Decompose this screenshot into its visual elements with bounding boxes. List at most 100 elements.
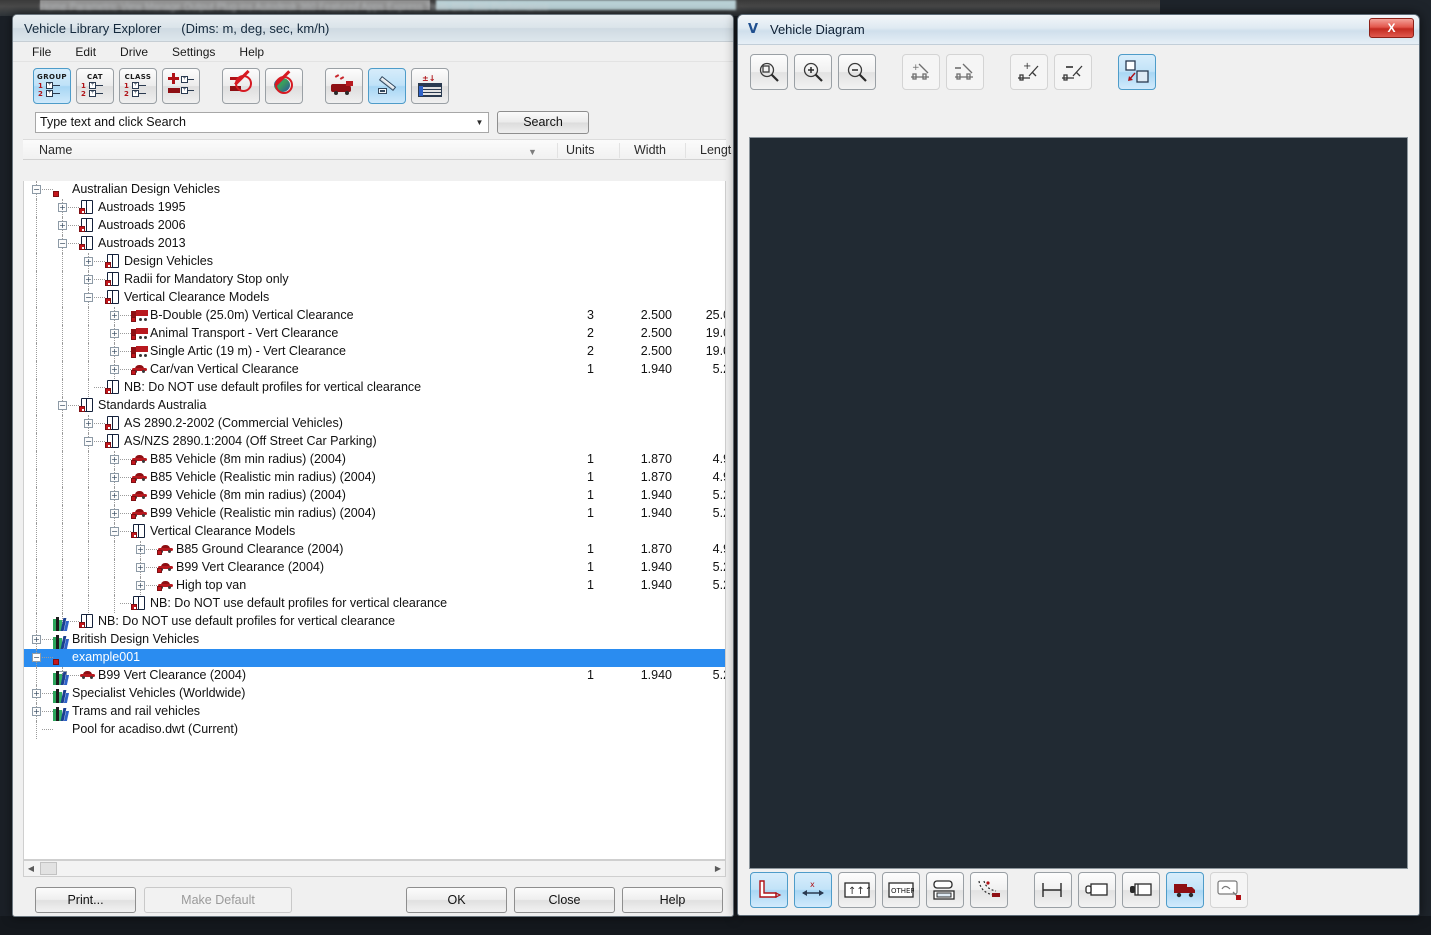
tree-expand-toggle[interactable]: + <box>84 257 93 266</box>
tree-collapse-toggle[interactable]: − <box>84 437 93 446</box>
tree-row[interactable]: +Animal Transport - Vert Clearance22.500… <box>24 325 725 343</box>
tree-expand-toggle[interactable]: + <box>58 221 67 230</box>
tree-row[interactable]: −Standards Australia <box>24 397 725 415</box>
menu-item-drive[interactable]: Drive <box>117 44 151 60</box>
resize-diagram-button[interactable] <box>1118 54 1156 90</box>
tree-collapse-toggle[interactable]: − <box>110 527 119 536</box>
tree-row[interactable]: +AS 2890.2-2002 (Commercial Vehicles) <box>24 415 725 433</box>
tree-row[interactable]: +High top van11.9405.20 <box>24 577 725 595</box>
tree-row[interactable]: +B-Double (25.0m) Vertical Clearance32.5… <box>24 307 725 325</box>
vehicle-view-button[interactable] <box>1166 872 1204 908</box>
tree-row[interactable]: +Austroads 1995 <box>24 199 725 217</box>
tree-expand-toggle[interactable]: + <box>32 635 41 644</box>
tree-row[interactable]: +B85 Vehicle (Realistic min radius) (200… <box>24 469 725 487</box>
column-header-length[interactable]: Lengt <box>700 143 731 157</box>
close-button[interactable]: Close <box>514 887 615 913</box>
tree-column-header[interactable]: Name ▼ Units Width Lengt <box>23 139 726 160</box>
print-button[interactable]: Print... <box>35 887 136 913</box>
column-header-width[interactable]: Width <box>634 143 666 157</box>
tree-row[interactable]: +B85 Ground Clearance (2004)11.8704.91 <box>24 541 725 559</box>
tree-expand-toggle[interactable]: + <box>84 275 93 284</box>
tree-row[interactable]: NB: Do NOT use default profiles for vert… <box>24 613 725 631</box>
tree-row[interactable]: +Trams and rail vehicles <box>24 703 725 721</box>
no-filter-button[interactable] <box>222 68 260 104</box>
search-input[interactable]: Type text and click Search ▼ <box>35 112 489 133</box>
column-divider[interactable] <box>685 143 686 158</box>
type-filter-button[interactable]: ++ <box>162 68 200 104</box>
tree-expand-toggle[interactable]: + <box>32 689 41 698</box>
tree-expand-toggle[interactable]: + <box>136 563 145 572</box>
tree-row[interactable]: NB: Do NOT use default profiles for vert… <box>24 595 725 613</box>
remove-axle-button[interactable] <box>946 54 984 90</box>
tree-expand-toggle[interactable]: + <box>110 491 119 500</box>
tree-row[interactable]: +British Design Vehicles <box>24 631 725 649</box>
tree-collapse-toggle[interactable]: − <box>58 239 67 248</box>
menu-item-help[interactable]: Help <box>236 44 267 60</box>
tree-row[interactable]: +B99 Vehicle (Realistic min radius) (200… <box>24 505 725 523</box>
column-header-name[interactable]: Name <box>39 143 72 157</box>
tree-expand-toggle[interactable]: + <box>110 329 119 338</box>
vehicle-tree[interactable]: −Australian Design Vehicles+Austroads 19… <box>23 181 726 860</box>
tree-expand-toggle[interactable]: + <box>110 347 119 356</box>
dimension-x-button[interactable]: xx <box>794 872 832 908</box>
help-button[interactable]: Help <box>622 887 723 913</box>
tree-row[interactable]: −example001 <box>24 649 725 667</box>
menu-item-file[interactable]: File <box>29 44 54 60</box>
tree-expand-toggle[interactable]: + <box>110 509 119 518</box>
tree-row[interactable]: +Austroads 2006 <box>24 217 725 235</box>
tree-row[interactable]: +Single Artic (19 m) - Vert Clearance22.… <box>24 343 725 361</box>
axle-layout-button[interactable] <box>1122 872 1160 908</box>
report-table-button[interactable]: ±↓ <box>411 68 449 104</box>
tree-expand-toggle[interactable]: + <box>136 545 145 554</box>
clear-filters-button[interactable] <box>265 68 303 104</box>
tree-row[interactable]: +Car/van Vertical Clearance11.9405.20 <box>24 361 725 379</box>
other-detail-button[interactable]: OTHEROTHER <box>882 872 920 908</box>
category-filter-button[interactable]: CAT1+2+ <box>76 68 114 104</box>
tree-row[interactable]: +Radii for Mandatory Stop only <box>24 271 725 289</box>
ok-button[interactable]: OK <box>406 887 507 913</box>
zoom-in-button[interactable] <box>794 54 832 90</box>
menu-item-edit[interactable]: Edit <box>72 44 99 60</box>
tree-expand-toggle[interactable]: + <box>110 455 119 464</box>
dimension-origin-button[interactable] <box>750 872 788 908</box>
tree-collapse-toggle[interactable]: − <box>32 185 41 194</box>
tree-expand-toggle[interactable]: + <box>110 473 119 482</box>
tree-collapse-toggle[interactable]: − <box>58 401 67 410</box>
tree-expand-toggle[interactable]: + <box>110 311 119 320</box>
tree-row[interactable]: −Vertical Clearance Models <box>24 289 725 307</box>
scroll-left-icon[interactable]: ◀ <box>24 864 38 873</box>
tree-row[interactable]: +B99 Vert Clearance (2004)11.9405.20 <box>24 667 725 685</box>
tree-row[interactable]: −Austroads 2013 <box>24 235 725 253</box>
column-header-units[interactable]: Units <box>566 143 594 157</box>
tree-horizontal-scrollbar[interactable]: ◀ ▶ <box>23 860 726 877</box>
column-divider[interactable] <box>557 143 558 158</box>
tree-expand-toggle[interactable]: + <box>136 581 145 590</box>
tree-row[interactable]: Pool for acadiso.dwt (Current) <box>24 721 725 739</box>
remove-steer-axle-button[interactable] <box>1054 54 1092 90</box>
tree-row[interactable]: +Specialist Vehicles (Worldwide) <box>24 685 725 703</box>
tree-row[interactable]: +Design Vehicles <box>24 253 725 271</box>
zoom-out-button[interactable] <box>838 54 876 90</box>
explorer-titlebar[interactable]: Vehicle Library Explorer (Dims: m, deg, … <box>13 15 733 42</box>
close-window-button[interactable]: X <box>1369 18 1414 38</box>
add-axle-button[interactable]: + <box>902 54 940 90</box>
tree-row[interactable]: −Vertical Clearance Models <box>24 523 725 541</box>
tree-row[interactable]: +B85 Vehicle (8m min radius) (2004)11.87… <box>24 451 725 469</box>
edit-vehicle-button[interactable] <box>368 68 406 104</box>
search-button[interactable]: Search <box>497 111 589 134</box>
tree-expand-toggle[interactable]: + <box>84 419 93 428</box>
diagram-canvas[interactable] <box>749 137 1408 869</box>
overall-length-button[interactable] <box>1034 872 1072 908</box>
add-steer-axle-button[interactable]: + <box>1010 54 1048 90</box>
chevron-down-icon[interactable]: ▼ <box>471 118 488 127</box>
tree-expand-toggle[interactable]: + <box>32 707 41 716</box>
tree-expand-toggle[interactable]: + <box>110 365 119 374</box>
tree-row[interactable]: +B99 Vert Clearance (2004)11.9405.20 <box>24 559 725 577</box>
swept-path-button[interactable] <box>970 872 1008 908</box>
zoom-extents-button[interactable] <box>750 54 788 90</box>
body-outline-button[interactable] <box>1078 872 1116 908</box>
scroll-right-icon[interactable]: ▶ <box>711 864 725 873</box>
tree-row[interactable]: NB: Do NOT use default profiles for vert… <box>24 379 725 397</box>
scrollbar-thumb[interactable] <box>40 862 57 875</box>
diagram-titlebar[interactable]: V Vehicle Diagram X <box>738 15 1419 45</box>
